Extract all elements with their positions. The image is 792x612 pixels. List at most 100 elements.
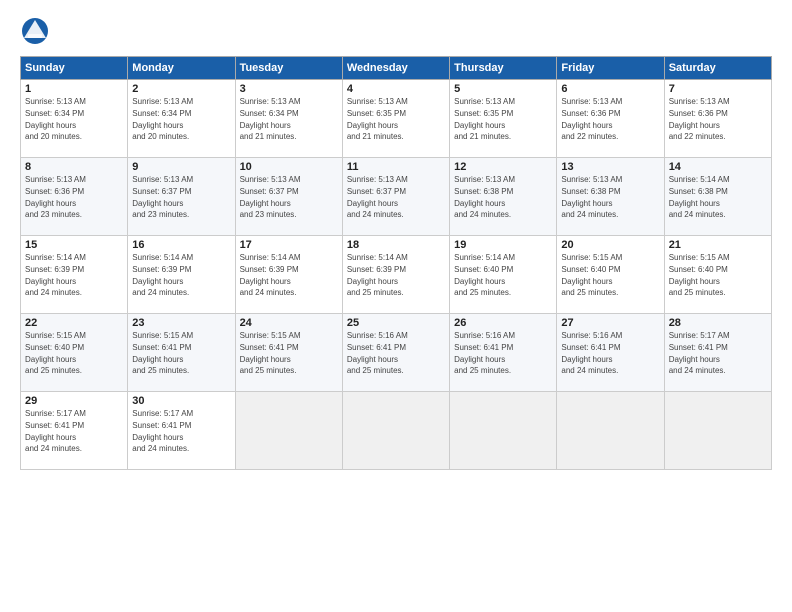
calendar: SundayMondayTuesdayWednesdayThursdayFrid… <box>20 56 772 470</box>
day-number: 27 <box>561 317 659 329</box>
day-info: Sunrise: 5:15 AMSunset: 6:40 PMDaylight … <box>561 253 622 297</box>
day-number: 9 <box>132 161 230 173</box>
week-row-5: 29 Sunrise: 5:17 AMSunset: 6:41 PMDaylig… <box>21 392 772 470</box>
header-cell-monday: Monday <box>128 57 235 80</box>
day-info: Sunrise: 5:17 AMSunset: 6:41 PMDaylight … <box>132 409 193 453</box>
logo-icon <box>20 16 50 46</box>
day-info: Sunrise: 5:14 AMSunset: 6:38 PMDaylight … <box>669 175 730 219</box>
day-cell-1: 1 Sunrise: 5:13 AMSunset: 6:34 PMDayligh… <box>21 80 128 158</box>
week-row-3: 15 Sunrise: 5:14 AMSunset: 6:39 PMDaylig… <box>21 236 772 314</box>
day-info: Sunrise: 5:13 AMSunset: 6:37 PMDaylight … <box>132 175 193 219</box>
day-cell-28: 28 Sunrise: 5:17 AMSunset: 6:41 PMDaylig… <box>664 314 771 392</box>
day-cell-26: 26 Sunrise: 5:16 AMSunset: 6:41 PMDaylig… <box>450 314 557 392</box>
day-cell-18: 18 Sunrise: 5:14 AMSunset: 6:39 PMDaylig… <box>342 236 449 314</box>
day-number: 25 <box>347 317 445 329</box>
day-number: 11 <box>347 161 445 173</box>
day-info: Sunrise: 5:13 AMSunset: 6:38 PMDaylight … <box>454 175 515 219</box>
day-cell-24: 24 Sunrise: 5:15 AMSunset: 6:41 PMDaylig… <box>235 314 342 392</box>
day-info: Sunrise: 5:14 AMSunset: 6:39 PMDaylight … <box>347 253 408 297</box>
logo <box>20 16 54 46</box>
day-cell-4: 4 Sunrise: 5:13 AMSunset: 6:35 PMDayligh… <box>342 80 449 158</box>
day-cell-14: 14 Sunrise: 5:14 AMSunset: 6:38 PMDaylig… <box>664 158 771 236</box>
day-info: Sunrise: 5:13 AMSunset: 6:37 PMDaylight … <box>347 175 408 219</box>
day-info: Sunrise: 5:13 AMSunset: 6:35 PMDaylight … <box>454 97 515 141</box>
empty-cell <box>450 392 557 470</box>
day-info: Sunrise: 5:14 AMSunset: 6:39 PMDaylight … <box>25 253 86 297</box>
day-cell-9: 9 Sunrise: 5:13 AMSunset: 6:37 PMDayligh… <box>128 158 235 236</box>
day-number: 3 <box>240 83 338 95</box>
day-number: 7 <box>669 83 767 95</box>
day-number: 24 <box>240 317 338 329</box>
day-number: 26 <box>454 317 552 329</box>
day-info: Sunrise: 5:14 AMSunset: 6:40 PMDaylight … <box>454 253 515 297</box>
day-number: 6 <box>561 83 659 95</box>
day-info: Sunrise: 5:13 AMSunset: 6:37 PMDaylight … <box>240 175 301 219</box>
day-cell-21: 21 Sunrise: 5:15 AMSunset: 6:40 PMDaylig… <box>664 236 771 314</box>
day-number: 22 <box>25 317 123 329</box>
week-row-2: 8 Sunrise: 5:13 AMSunset: 6:36 PMDayligh… <box>21 158 772 236</box>
day-number: 2 <box>132 83 230 95</box>
day-cell-8: 8 Sunrise: 5:13 AMSunset: 6:36 PMDayligh… <box>21 158 128 236</box>
day-number: 12 <box>454 161 552 173</box>
day-cell-27: 27 Sunrise: 5:16 AMSunset: 6:41 PMDaylig… <box>557 314 664 392</box>
day-cell-15: 15 Sunrise: 5:14 AMSunset: 6:39 PMDaylig… <box>21 236 128 314</box>
empty-cell <box>664 392 771 470</box>
header-cell-friday: Friday <box>557 57 664 80</box>
day-number: 29 <box>25 395 123 407</box>
day-number: 8 <box>25 161 123 173</box>
day-cell-30: 30 Sunrise: 5:17 AMSunset: 6:41 PMDaylig… <box>128 392 235 470</box>
day-info: Sunrise: 5:14 AMSunset: 6:39 PMDaylight … <box>240 253 301 297</box>
week-row-4: 22 Sunrise: 5:15 AMSunset: 6:40 PMDaylig… <box>21 314 772 392</box>
calendar-body: 1 Sunrise: 5:13 AMSunset: 6:34 PMDayligh… <box>21 80 772 470</box>
day-number: 18 <box>347 239 445 251</box>
header-cell-thursday: Thursday <box>450 57 557 80</box>
day-info: Sunrise: 5:13 AMSunset: 6:34 PMDaylight … <box>25 97 86 141</box>
day-cell-20: 20 Sunrise: 5:15 AMSunset: 6:40 PMDaylig… <box>557 236 664 314</box>
page: SundayMondayTuesdayWednesdayThursdayFrid… <box>0 0 792 612</box>
empty-cell <box>342 392 449 470</box>
day-info: Sunrise: 5:13 AMSunset: 6:34 PMDaylight … <box>240 97 301 141</box>
day-number: 10 <box>240 161 338 173</box>
header-cell-wednesday: Wednesday <box>342 57 449 80</box>
day-cell-29: 29 Sunrise: 5:17 AMSunset: 6:41 PMDaylig… <box>21 392 128 470</box>
day-info: Sunrise: 5:16 AMSunset: 6:41 PMDaylight … <box>454 331 515 375</box>
day-cell-19: 19 Sunrise: 5:14 AMSunset: 6:40 PMDaylig… <box>450 236 557 314</box>
header-cell-saturday: Saturday <box>664 57 771 80</box>
day-number: 17 <box>240 239 338 251</box>
day-cell-12: 12 Sunrise: 5:13 AMSunset: 6:38 PMDaylig… <box>450 158 557 236</box>
day-cell-23: 23 Sunrise: 5:15 AMSunset: 6:41 PMDaylig… <box>128 314 235 392</box>
day-number: 14 <box>669 161 767 173</box>
day-cell-5: 5 Sunrise: 5:13 AMSunset: 6:35 PMDayligh… <box>450 80 557 158</box>
day-info: Sunrise: 5:13 AMSunset: 6:38 PMDaylight … <box>561 175 622 219</box>
header <box>20 16 772 46</box>
day-info: Sunrise: 5:13 AMSunset: 6:34 PMDaylight … <box>132 97 193 141</box>
header-row: SundayMondayTuesdayWednesdayThursdayFrid… <box>21 57 772 80</box>
day-cell-10: 10 Sunrise: 5:13 AMSunset: 6:37 PMDaylig… <box>235 158 342 236</box>
day-cell-7: 7 Sunrise: 5:13 AMSunset: 6:36 PMDayligh… <box>664 80 771 158</box>
day-number: 21 <box>669 239 767 251</box>
day-info: Sunrise: 5:16 AMSunset: 6:41 PMDaylight … <box>347 331 408 375</box>
day-info: Sunrise: 5:13 AMSunset: 6:36 PMDaylight … <box>669 97 730 141</box>
day-info: Sunrise: 5:13 AMSunset: 6:35 PMDaylight … <box>347 97 408 141</box>
day-number: 23 <box>132 317 230 329</box>
day-number: 20 <box>561 239 659 251</box>
day-cell-2: 2 Sunrise: 5:13 AMSunset: 6:34 PMDayligh… <box>128 80 235 158</box>
day-number: 28 <box>669 317 767 329</box>
header-cell-tuesday: Tuesday <box>235 57 342 80</box>
day-cell-6: 6 Sunrise: 5:13 AMSunset: 6:36 PMDayligh… <box>557 80 664 158</box>
day-cell-25: 25 Sunrise: 5:16 AMSunset: 6:41 PMDaylig… <box>342 314 449 392</box>
day-info: Sunrise: 5:13 AMSunset: 6:36 PMDaylight … <box>25 175 86 219</box>
day-number: 19 <box>454 239 552 251</box>
empty-cell <box>235 392 342 470</box>
day-info: Sunrise: 5:15 AMSunset: 6:41 PMDaylight … <box>240 331 301 375</box>
day-number: 13 <box>561 161 659 173</box>
day-cell-16: 16 Sunrise: 5:14 AMSunset: 6:39 PMDaylig… <box>128 236 235 314</box>
calendar-header: SundayMondayTuesdayWednesdayThursdayFrid… <box>21 57 772 80</box>
day-info: Sunrise: 5:15 AMSunset: 6:40 PMDaylight … <box>25 331 86 375</box>
day-number: 16 <box>132 239 230 251</box>
day-info: Sunrise: 5:16 AMSunset: 6:41 PMDaylight … <box>561 331 622 375</box>
day-info: Sunrise: 5:15 AMSunset: 6:41 PMDaylight … <box>132 331 193 375</box>
header-cell-sunday: Sunday <box>21 57 128 80</box>
day-cell-11: 11 Sunrise: 5:13 AMSunset: 6:37 PMDaylig… <box>342 158 449 236</box>
day-info: Sunrise: 5:13 AMSunset: 6:36 PMDaylight … <box>561 97 622 141</box>
